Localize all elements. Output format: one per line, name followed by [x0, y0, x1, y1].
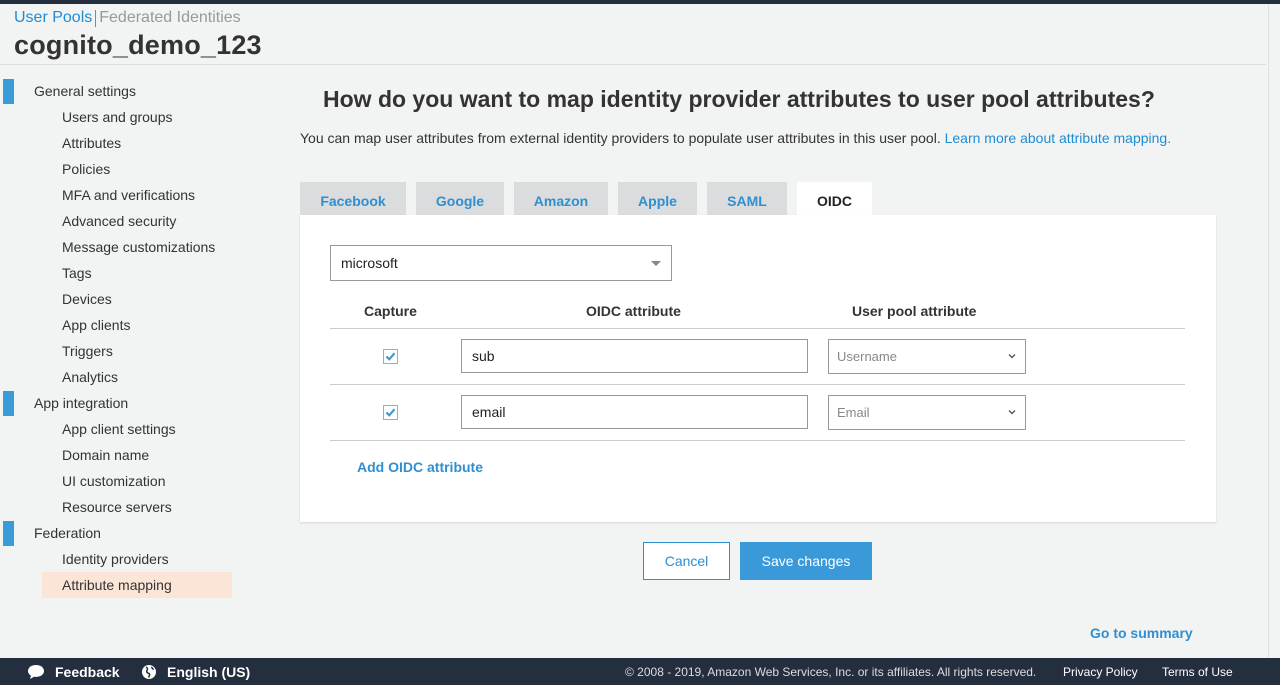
- speech-bubble-icon: [28, 664, 44, 679]
- select-value: Email: [837, 405, 870, 420]
- breadcrumb-federated-identities[interactable]: Federated Identities: [99, 9, 240, 27]
- privacy-policy-link[interactable]: Privacy Policy: [1063, 658, 1138, 685]
- top-strip: [0, 0, 1280, 4]
- select-value: Username: [837, 349, 897, 364]
- feedback-button[interactable]: Feedback: [27, 658, 120, 685]
- main-description: You can map user attributes from externa…: [300, 130, 1171, 146]
- learn-more-link[interactable]: Learn more about attribute mapping.: [945, 130, 1171, 146]
- sidebar-item-devices[interactable]: Devices: [0, 286, 240, 312]
- oidc-attribute-input[interactable]: sub: [461, 339, 808, 373]
- sidebar-section-label: Federation: [34, 525, 101, 541]
- sidebar-section-label: App integration: [34, 395, 129, 411]
- sidebar-item-tags[interactable]: Tags: [0, 260, 240, 286]
- language-label: English (US): [167, 663, 251, 680]
- sidebar-item-app-client-settings[interactable]: App client settings: [0, 416, 240, 442]
- breadcrumb-user-pools[interactable]: User Pools: [14, 9, 92, 27]
- sidebar-item-users-and-groups[interactable]: Users and groups: [0, 104, 240, 130]
- footer: Feedback English (US) © 2008 - 2019, Ama…: [0, 658, 1280, 685]
- tab-apple[interactable]: Apple: [618, 182, 697, 215]
- copyright-text: © 2008 - 2019, Amazon Web Services, Inc.…: [625, 664, 1037, 679]
- sidebar-section-federation[interactable]: Federation: [0, 520, 240, 546]
- sidebar-item-resource-servers[interactable]: Resource servers: [0, 494, 240, 520]
- sidebar-section-label: General settings: [34, 83, 136, 99]
- column-header-oidc-attribute: OIDC attribute: [586, 303, 681, 319]
- description-text: You can map user attributes from externa…: [300, 130, 941, 146]
- sidebar-item-ui-customization[interactable]: UI customization: [0, 468, 240, 494]
- language-selector[interactable]: English (US): [141, 658, 250, 685]
- section-marker: [3, 391, 14, 416]
- provider-tabs: Facebook Google Amazon Apple SAML OIDC: [300, 182, 882, 215]
- sidebar-item-mfa[interactable]: MFA and verifications: [0, 182, 240, 208]
- provider-select-value: microsoft: [341, 255, 398, 271]
- sidebar: General settings Users and groups Attrib…: [0, 78, 240, 598]
- tab-oidc[interactable]: OIDC: [797, 182, 872, 215]
- chevron-down-icon: [1008, 354, 1016, 359]
- feedback-label: Feedback: [55, 663, 120, 680]
- sidebar-item-identity-providers[interactable]: Identity providers: [0, 546, 240, 572]
- tab-facebook[interactable]: Facebook: [300, 182, 406, 215]
- sidebar-section-app-integration[interactable]: App integration: [0, 390, 240, 416]
- capture-checkbox[interactable]: [383, 349, 398, 364]
- sidebar-item-policies[interactable]: Policies: [0, 156, 240, 182]
- sidebar-item-attribute-mapping[interactable]: Attribute mapping: [42, 572, 232, 598]
- section-marker: [3, 521, 14, 546]
- terms-of-use-link[interactable]: Terms of Use: [1162, 658, 1233, 685]
- sidebar-item-attributes[interactable]: Attributes: [0, 130, 240, 156]
- column-header-user-pool-attribute: User pool attribute: [852, 303, 977, 319]
- save-changes-button[interactable]: Save changes: [740, 542, 872, 580]
- chevron-down-icon: [1008, 410, 1016, 415]
- globe-icon: [142, 664, 156, 679]
- user-pool-attribute-select[interactable]: Username: [828, 339, 1026, 374]
- table-divider: [330, 440, 1185, 441]
- tab-google[interactable]: Google: [416, 182, 504, 215]
- capture-checkbox[interactable]: [383, 405, 398, 420]
- section-marker: [3, 79, 14, 104]
- go-to-summary-link[interactable]: Go to summary: [1090, 625, 1193, 641]
- tab-amazon[interactable]: Amazon: [514, 182, 608, 215]
- sidebar-item-advanced-security[interactable]: Advanced security: [0, 208, 240, 234]
- caret-down-icon: [651, 261, 661, 266]
- sidebar-section-general-settings[interactable]: General settings: [0, 78, 240, 104]
- sidebar-item-domain-name[interactable]: Domain name: [0, 442, 240, 468]
- cancel-button[interactable]: Cancel: [643, 542, 730, 580]
- add-oidc-attribute-link[interactable]: Add OIDC attribute: [357, 459, 483, 475]
- table-divider: [330, 328, 1185, 329]
- sidebar-item-triggers[interactable]: Triggers: [0, 338, 240, 364]
- checkmark-icon: [385, 408, 396, 417]
- page-title: cognito_demo_123: [14, 30, 262, 60]
- page-header: User Pools Federated Identities cognito_…: [14, 9, 262, 61]
- oidc-attribute-input[interactable]: email: [461, 395, 808, 429]
- mapping-panel: microsoft Capture OIDC attribute User po…: [300, 215, 1216, 522]
- column-header-capture: Capture: [364, 303, 417, 319]
- sidebar-item-message-customizations[interactable]: Message customizations: [0, 234, 240, 260]
- provider-select[interactable]: microsoft: [330, 245, 672, 281]
- breadcrumb: User Pools Federated Identities: [14, 9, 262, 27]
- sidebar-item-analytics[interactable]: Analytics: [0, 364, 240, 390]
- checkmark-icon: [385, 352, 396, 361]
- sidebar-item-app-clients[interactable]: App clients: [0, 312, 240, 338]
- table-divider: [330, 384, 1185, 385]
- scrollbar-track[interactable]: [1268, 4, 1280, 658]
- header-divider: [0, 64, 1266, 65]
- user-pool-attribute-select[interactable]: Email: [828, 395, 1026, 430]
- main-heading: How do you want to map identity provider…: [323, 86, 1155, 112]
- breadcrumb-separator: [95, 9, 97, 27]
- tab-saml[interactable]: SAML: [707, 182, 787, 215]
